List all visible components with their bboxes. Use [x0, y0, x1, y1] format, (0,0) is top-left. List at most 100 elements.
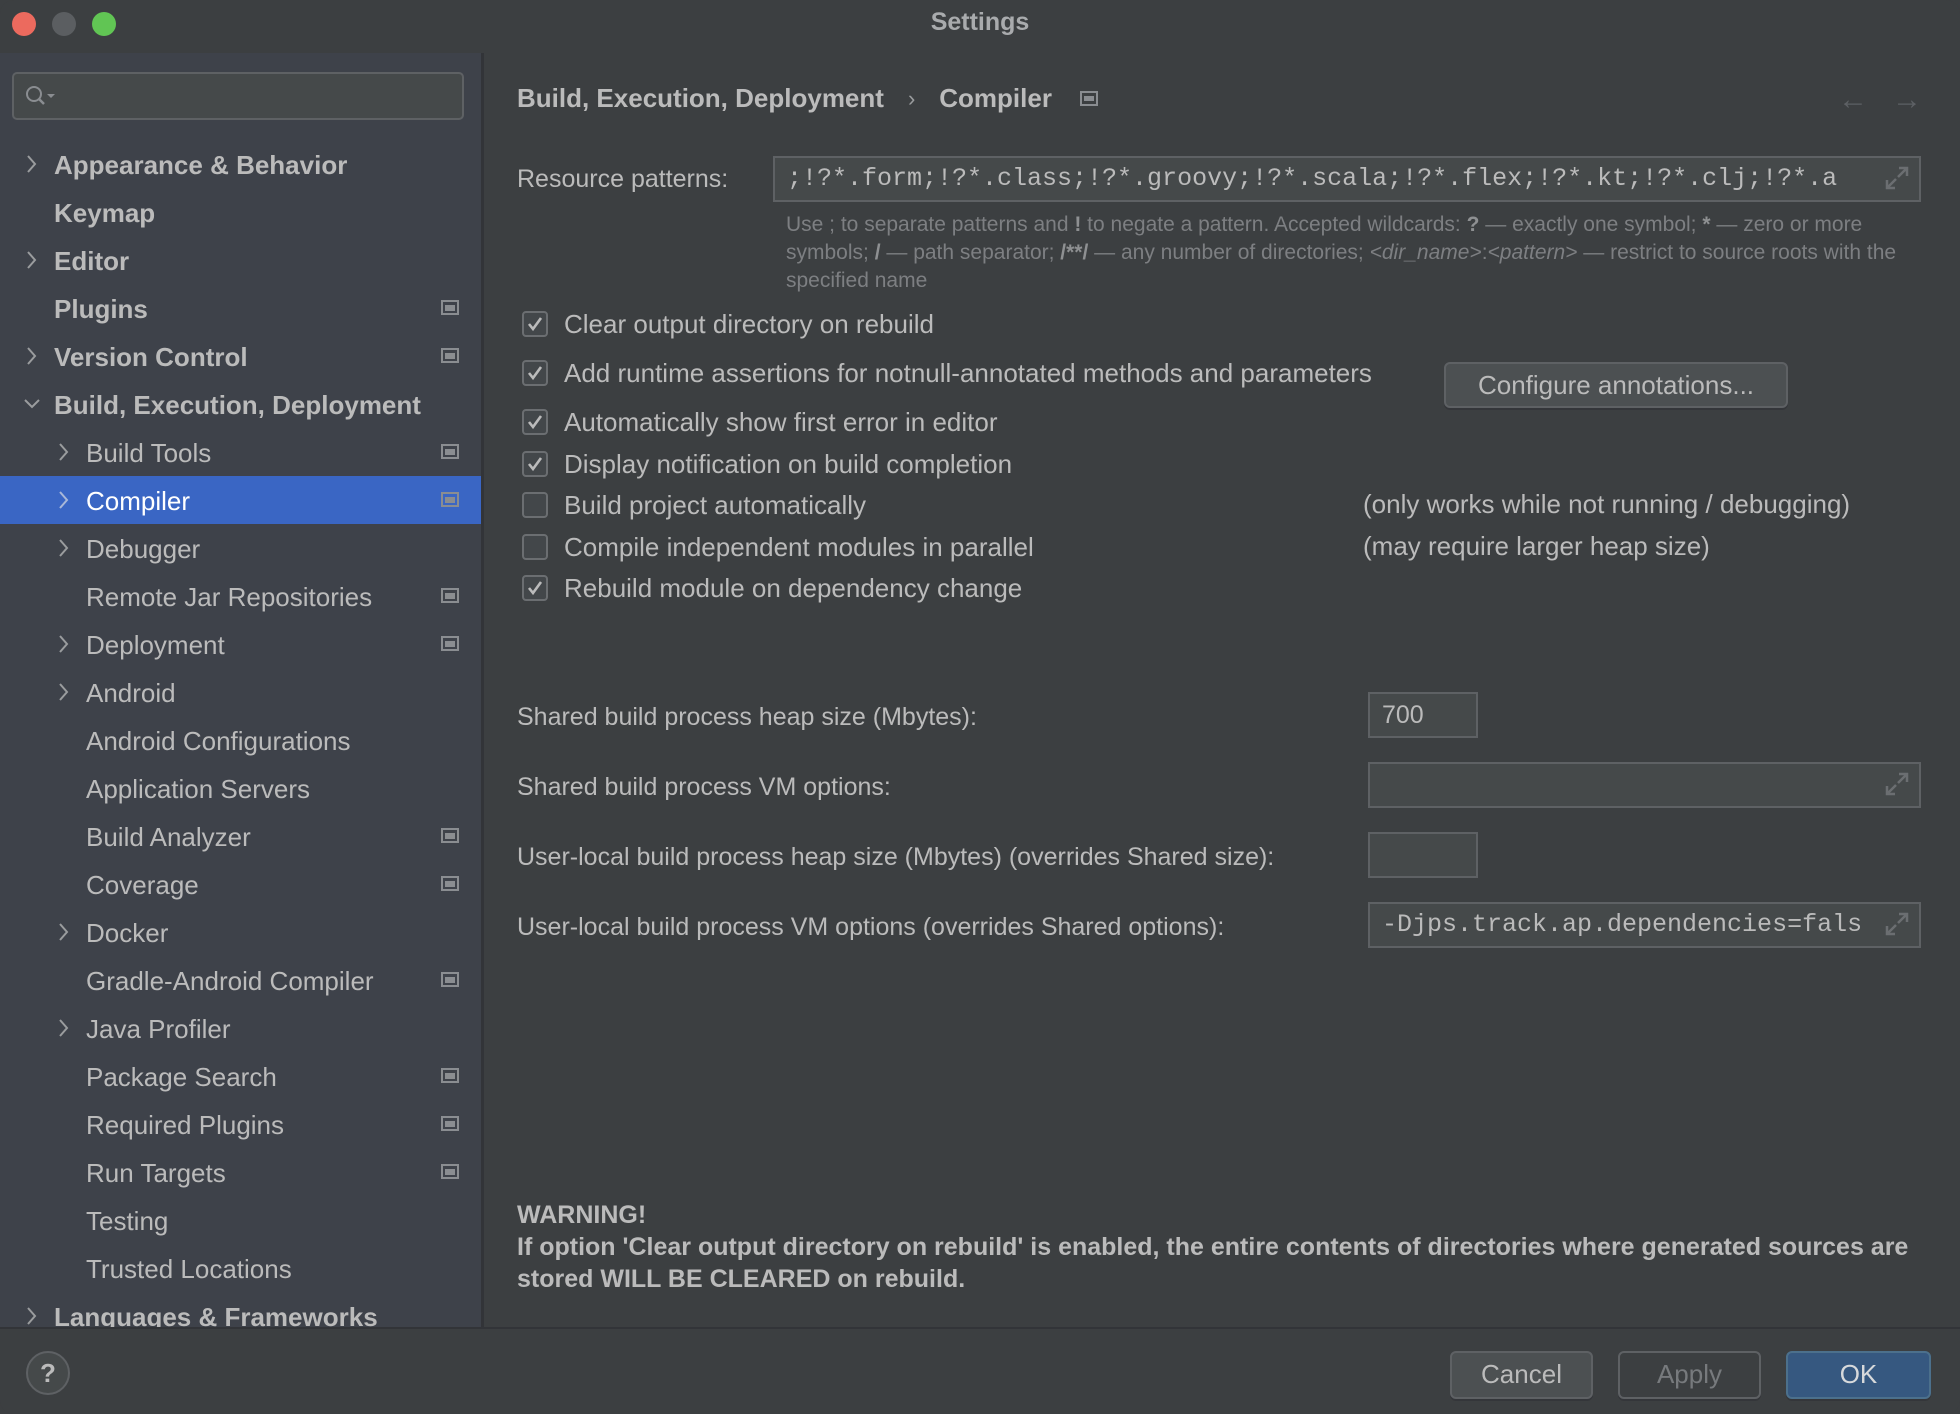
sidebar-item-coverage[interactable]: Coverage: [0, 860, 481, 908]
sidebar-item-run-targets[interactable]: Run Targets: [0, 1148, 481, 1196]
sidebar-item-compiler[interactable]: Compiler: [0, 476, 481, 524]
user-local-vm-options-label: User-local build process VM options (ove…: [517, 913, 1225, 941]
ok-button[interactable]: OK: [1786, 1351, 1931, 1399]
checkbox-checked[interactable]: [522, 360, 548, 386]
sidebar-item-label: Appearance & Behavior: [54, 150, 348, 180]
sidebar-item-keymap[interactable]: Keymap: [0, 188, 481, 236]
project-level-icon: [441, 876, 459, 891]
option-build-project-automatically[interactable]: Build project automatically: [522, 485, 866, 525]
sidebar-item-debugger[interactable]: Debugger: [0, 524, 481, 572]
sidebar-item-label: Android Configurations: [86, 726, 351, 756]
configure-annotations-button[interactable]: Configure annotations...: [1444, 362, 1788, 408]
sidebar-item-build-analyzer[interactable]: Build Analyzer: [0, 812, 481, 860]
option-display-notification-on-build-completion[interactable]: Display notification on build completion: [522, 444, 1012, 484]
project-level-icon: [441, 636, 459, 651]
project-level-icon: [441, 300, 459, 315]
sidebar-item-build-execution-deployment[interactable]: Build, Execution, Deployment: [0, 380, 481, 428]
sidebar-item-plugins[interactable]: Plugins: [0, 284, 481, 332]
chevron-right-icon[interactable]: [22, 152, 42, 176]
checkbox-checked[interactable]: [522, 575, 548, 601]
chevron-right-icon[interactable]: [54, 680, 74, 704]
project-level-icon: [441, 588, 459, 603]
chevron-right-icon[interactable]: [54, 632, 74, 656]
sidebar-item-java-profiler[interactable]: Java Profiler: [0, 1004, 481, 1052]
sidebar-item-android[interactable]: Android: [0, 668, 481, 716]
sidebar-item-build-tools[interactable]: Build Tools: [0, 428, 481, 476]
sidebar-item-android-configurations[interactable]: Android Configurations: [0, 716, 481, 764]
checkbox-checked[interactable]: [522, 451, 548, 477]
sidebar-item-application-servers[interactable]: Application Servers: [0, 764, 481, 812]
chevron-right-icon[interactable]: [54, 920, 74, 944]
sidebar-item-testing[interactable]: Testing: [0, 1196, 481, 1244]
checkbox-checked[interactable]: [522, 409, 548, 435]
checkbox-unchecked[interactable]: [522, 492, 548, 518]
back-arrow-icon[interactable]: ←: [1838, 83, 1868, 117]
expand-icon[interactable]: [1885, 772, 1909, 796]
sidebar-item-label: Build Tools: [86, 438, 212, 468]
chevron-right-icon[interactable]: [22, 344, 42, 368]
option-note: (may require larger heap size): [1363, 531, 1710, 561]
shared-heap-input[interactable]: 700: [1368, 692, 1478, 738]
chevron-right-icon[interactable]: [54, 536, 74, 560]
project-level-icon: [1079, 91, 1098, 106]
checkbox-checked[interactable]: [522, 311, 548, 337]
option-compile-independent-modules-in-parallel[interactable]: Compile independent modules in parallel: [522, 527, 1034, 567]
sidebar-item-label: Build, Execution, Deployment: [54, 390, 421, 420]
breadcrumb-current: Compiler: [939, 83, 1052, 113]
sidebar-item-label: Coverage: [86, 870, 199, 900]
sidebar-item-languages-frameworks[interactable]: Languages & Frameworks: [0, 1292, 481, 1327]
project-level-icon: [441, 972, 459, 987]
option-clear-output-directory-on-rebuild[interactable]: Clear output directory on rebuild: [522, 304, 934, 344]
user-local-vm-options-input[interactable]: -Djps.track.ap.dependencies=fals: [1368, 902, 1921, 948]
expand-icon[interactable]: [1885, 912, 1909, 936]
option-automatically-show-first-error-in-editor[interactable]: Automatically show first error in editor: [522, 402, 997, 442]
checkmark-icon: [527, 457, 543, 472]
option-rebuild-module-on-dependency-change[interactable]: Rebuild module on dependency change: [522, 568, 1022, 608]
sidebar-item-remote-jar-repositories[interactable]: Remote Jar Repositories: [0, 572, 481, 620]
option-add-runtime-assertions-for-notnull-annotated-methods-and-parameters[interactable]: Add runtime assertions for notnull-annot…: [522, 353, 1372, 393]
sidebar-item-label: Testing: [86, 1206, 169, 1236]
expand-icon[interactable]: [1885, 166, 1909, 190]
sidebar-item-label: Package Search: [86, 1062, 277, 1092]
user-local-heap-input[interactable]: [1368, 832, 1478, 878]
shared-heap-label: Shared build process heap size (Mbytes):: [517, 703, 977, 731]
cancel-button[interactable]: Cancel: [1450, 1351, 1593, 1399]
settings-sidebar: Appearance & Behavior Keymap Editor Plugins…: [0, 53, 481, 1327]
sidebar-item-gradle-android-compiler[interactable]: Gradle-Android Compiler: [0, 956, 481, 1004]
project-level-icon: [441, 828, 459, 843]
sidebar-item-label: Debugger: [86, 534, 201, 564]
help-button[interactable]: ?: [26, 1351, 70, 1395]
sidebar-item-version-control[interactable]: Version Control: [0, 332, 481, 380]
dialog-footer: ? Cancel Apply OK: [0, 1327, 1960, 1414]
breadcrumb-parent[interactable]: Build, Execution, Deployment: [517, 83, 884, 114]
sidebar-item-trusted-locations[interactable]: Trusted Locations: [0, 1244, 481, 1292]
chevron-right-icon[interactable]: [22, 248, 42, 272]
sidebar-item-deployment[interactable]: Deployment: [0, 620, 481, 668]
chevron-right-icon[interactable]: [54, 440, 74, 464]
project-level-icon: [441, 1068, 459, 1083]
chevron-right-icon[interactable]: [54, 488, 74, 512]
resource-patterns-input[interactable]: ;!?*.form;!?*.class;!?*.groovy;!?*.scala…: [773, 156, 1921, 202]
sidebar-item-required-plugins[interactable]: Required Plugins: [0, 1100, 481, 1148]
breadcrumb: Build, Execution, Deployment › Compiler: [517, 83, 1098, 114]
sidebar-item-editor[interactable]: Editor: [0, 236, 481, 284]
chevron-down-icon[interactable]: [22, 392, 42, 416]
warning-text: If option 'Clear output directory on reb…: [517, 1233, 1909, 1293]
sidebar-item-package-search[interactable]: Package Search: [0, 1052, 481, 1100]
settings-search-input[interactable]: [12, 72, 464, 120]
sidebar-item-label: Deployment: [86, 630, 225, 660]
shared-vm-options-input[interactable]: [1368, 762, 1921, 808]
title-bar: Settings: [0, 0, 1960, 52]
chevron-right-icon[interactable]: [54, 1016, 74, 1040]
sidebar-item-docker[interactable]: Docker: [0, 908, 481, 956]
option-label: Compile independent modules in parallel: [564, 531, 1034, 562]
sidebar-item-label: Keymap: [54, 198, 156, 228]
search-icon: [26, 86, 55, 105]
sidebar-item-appearance-behavior[interactable]: Appearance & Behavior: [0, 140, 481, 188]
apply-button[interactable]: Apply: [1618, 1351, 1761, 1399]
checkbox-unchecked[interactable]: [522, 534, 548, 560]
sidebar-item-label: Trusted Locations: [86, 1254, 292, 1284]
resource-patterns-hint: Use ; to separate patterns and ! to nega…: [786, 213, 1897, 292]
chevron-right-icon[interactable]: [22, 1304, 42, 1327]
forward-arrow-icon[interactable]: →: [1892, 83, 1922, 117]
